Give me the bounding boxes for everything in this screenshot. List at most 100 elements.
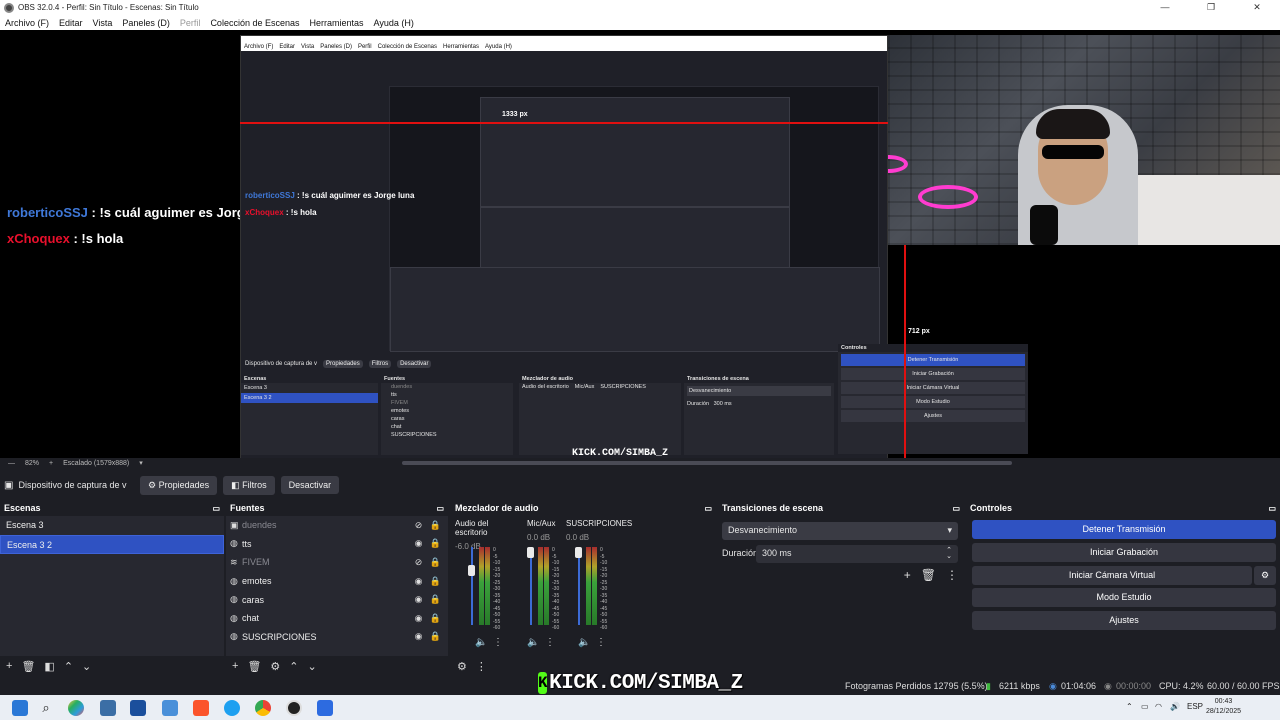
lock-icon[interactable]: 🔒 — [427, 576, 444, 587]
add-icon[interactable]: + — [6, 660, 12, 672]
chevron-down-icon[interactable]: ⌄ — [308, 660, 317, 673]
start-recording-button[interactable]: Iniciar Grabación — [972, 543, 1276, 562]
chevron-down-icon[interactable]: ▾ — [139, 459, 143, 467]
eye-icon[interactable]: ◉ — [410, 613, 427, 624]
stop-streaming-button[interactable]: Detener Transmisión — [972, 520, 1276, 539]
lock-icon[interactable]: 🔒 — [427, 613, 444, 624]
undock-icon[interactable]: ▭ — [1268, 504, 1276, 513]
filters-button[interactable]: ◧ Filtros — [223, 475, 275, 495]
transition-select[interactable]: Desvanecimiento ▾ — [722, 522, 958, 540]
chevron-down-icon[interactable]: ⌄ — [82, 660, 91, 673]
menu-paneles[interactable]: Paneles (D) — [117, 18, 175, 28]
mixer-settings-icon[interactable]: ⚙ — [457, 660, 467, 673]
windows-start-icon[interactable] — [12, 700, 28, 716]
lock-icon[interactable]: 🔒 — [427, 594, 444, 605]
filter-icon[interactable]: ◧ — [44, 660, 54, 673]
volume-fader[interactable] — [578, 547, 580, 625]
source-item[interactable]: ◍ chat ◉ 🔒 — [226, 609, 448, 628]
add-icon[interactable]: + — [904, 568, 911, 582]
brave-browser-icon[interactable] — [193, 700, 209, 716]
fader-handle[interactable] — [468, 565, 475, 576]
eye-icon[interactable]: ◉ — [410, 594, 427, 605]
more-options-icon[interactable]: ⋮ — [545, 637, 555, 648]
trash-icon[interactable]: 🗑 — [21, 660, 35, 673]
volume-fader[interactable] — [471, 547, 473, 625]
app-icon[interactable] — [317, 700, 333, 716]
undock-icon[interactable]: ▭ — [212, 504, 220, 513]
maximize-button[interactable]: ❐ — [1188, 2, 1234, 13]
chrome-browser-icon[interactable] — [255, 700, 271, 716]
scale-label[interactable]: Escalado (1579x888) — [63, 460, 129, 467]
source-item[interactable]: ◍ SUSCRIPCIONES ◉ 🔒 — [226, 628, 448, 647]
menu-ayuda[interactable]: Ayuda (H) — [369, 18, 419, 28]
store-icon[interactable] — [130, 700, 146, 716]
more-options-icon[interactable]: ⋮ — [596, 637, 606, 648]
language-indicator[interactable]: ESP — [1187, 702, 1203, 711]
chevron-up-icon[interactable]: ⌃ — [289, 660, 298, 673]
undock-icon[interactable]: ▭ — [436, 504, 444, 513]
source-item[interactable]: ◍ emotes ◉ 🔒 — [226, 572, 448, 591]
wifi-icon[interactable]: ◠ — [1155, 702, 1162, 711]
more-options-icon[interactable]: ⋮ — [476, 660, 487, 673]
volume-fader[interactable] — [530, 547, 532, 625]
speaker-icon[interactable]: 🔈 — [527, 637, 539, 648]
studio-mode-button[interactable]: Modo Estudio — [972, 588, 1276, 607]
trash-icon[interactable]: 🗑 — [247, 660, 261, 673]
menu-editar[interactable]: Editar — [54, 18, 88, 28]
scene-item[interactable]: Escena 3 — [0, 516, 224, 535]
start-virtual-camera-button[interactable]: Iniciar Cámara Virtual — [972, 566, 1252, 585]
file-explorer-icon[interactable] — [100, 700, 116, 716]
system-clock[interactable]: 00:43 28/12/2025 — [1206, 697, 1241, 717]
eye-icon[interactable]: ◉ — [410, 631, 427, 642]
eye-icon[interactable]: ◉ — [410, 538, 427, 549]
zoom-percent[interactable]: 82% — [25, 460, 39, 467]
lock-icon[interactable]: 🔒 — [427, 557, 444, 568]
eye-icon[interactable]: ◉ — [410, 576, 427, 587]
spinner-icon[interactable]: ⌃ ⌄ — [946, 547, 952, 560]
obs-app-icon[interactable] — [286, 700, 302, 716]
search-icon[interactable]: ⌕ — [38, 700, 54, 716]
lock-icon[interactable]: 🔒 — [427, 538, 444, 549]
more-options-icon[interactable]: ⋮ — [946, 568, 958, 582]
eye-hidden-icon[interactable]: ⊘ — [410, 520, 427, 531]
tray-chevron-icon[interactable]: ⌃ — [1126, 702, 1133, 711]
eye-hidden-icon[interactable]: ⊘ — [410, 557, 427, 568]
properties-button[interactable]: ⚙ Propiedades — [140, 475, 218, 495]
menu-vista[interactable]: Vista — [88, 18, 118, 28]
edge-browser-icon[interactable] — [224, 700, 240, 716]
zoom-minus-icon[interactable]: — — [8, 460, 15, 467]
preview-scrollbar[interactable] — [402, 461, 1012, 465]
menu-archivo[interactable]: Archivo (F) — [0, 18, 54, 28]
lock-icon[interactable]: 🔒 — [427, 631, 444, 642]
source-item[interactable]: ≋ FIVEM ⊘ 🔒 — [226, 553, 448, 572]
chevron-up-icon[interactable]: ⌃ — [64, 660, 73, 673]
undock-icon[interactable]: ▭ — [952, 504, 960, 513]
add-icon[interactable]: + — [232, 660, 238, 672]
settings-button[interactable]: Ajustes — [972, 611, 1276, 630]
preview-canvas[interactable]: roberticoSSJ : !s cuál aguimer es Jorge … — [0, 30, 1280, 458]
fader-handle[interactable] — [527, 547, 534, 558]
volume-icon[interactable]: 🔊 — [1170, 702, 1180, 711]
zoom-plus-icon[interactable]: + — [49, 460, 53, 467]
close-button[interactable]: ✕ — [1234, 2, 1280, 13]
trash-icon[interactable]: 🗑 — [921, 568, 936, 582]
menu-herramientas[interactable]: Herramientas — [305, 18, 369, 28]
undock-icon[interactable]: ▭ — [704, 504, 712, 513]
virtual-camera-settings-button[interactable]: ⚙ — [1254, 566, 1276, 585]
more-options-icon[interactable]: ⋮ — [493, 637, 503, 648]
lock-icon[interactable]: 🔒 — [427, 520, 444, 531]
minimize-button[interactable]: — — [1142, 2, 1188, 13]
speaker-icon[interactable]: 🔈 — [578, 637, 590, 648]
source-item[interactable]: ▣ duendes ⊘ 🔒 — [226, 516, 448, 535]
source-item[interactable]: ◍ tts ◉ 🔒 — [226, 535, 448, 554]
source-item[interactable]: ◍ caras ◉ 🔒 — [226, 590, 448, 609]
network-icon[interactable]: ▭ — [1141, 702, 1149, 711]
speaker-icon[interactable]: 🔈 — [475, 637, 487, 648]
deactivate-button[interactable]: Desactivar — [280, 476, 340, 494]
scene-item-selected[interactable]: Escena 3 2 — [0, 535, 224, 554]
menu-perfil[interactable]: Perfil — [175, 18, 206, 28]
menu-coleccion-escenas[interactable]: Colección de Escenas — [205, 18, 304, 28]
app-icon[interactable] — [162, 700, 178, 716]
copilot-icon[interactable] — [68, 700, 84, 716]
fader-handle[interactable] — [575, 547, 582, 558]
